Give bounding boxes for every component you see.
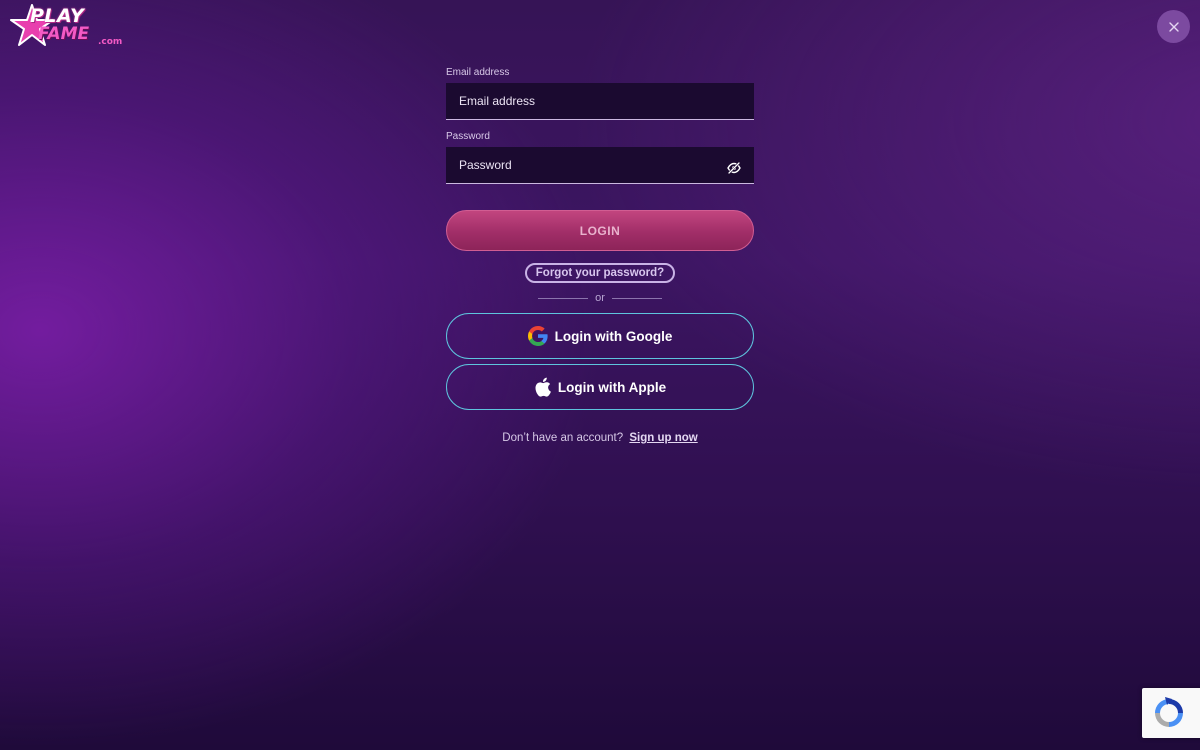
email-field[interactable] xyxy=(446,83,754,119)
apple-icon xyxy=(534,377,551,397)
recaptcha-icon xyxy=(1155,697,1183,727)
apple-label: Login with Apple xyxy=(557,379,667,395)
google-label: Login with Google xyxy=(554,328,673,344)
login-with-google-button[interactable]: Login with Google xyxy=(446,313,754,359)
divider-text: or xyxy=(595,292,605,304)
password-field-wrapper xyxy=(446,147,754,184)
forgot-password-button[interactable]: Forgot your password? xyxy=(525,263,675,283)
signup-prompt: Don’t have an account? xyxy=(502,432,624,444)
divider-line-left xyxy=(538,297,588,299)
email-label: Email address xyxy=(446,67,510,78)
login-with-apple-button[interactable]: Login with Apple xyxy=(446,364,754,410)
eye-off-icon[interactable] xyxy=(727,162,741,174)
password-label: Password xyxy=(446,131,490,142)
close-button[interactable] xyxy=(1157,10,1190,43)
signup-row: Don’t have an account? Sign up now xyxy=(446,431,754,445)
google-icon xyxy=(527,326,548,346)
email-field-wrapper xyxy=(446,83,754,120)
password-field[interactable] xyxy=(446,147,754,183)
recaptcha-badge[interactable] xyxy=(1142,688,1200,738)
playfame-logo[interactable]: PLAY FAME .com xyxy=(10,4,123,50)
close-icon xyxy=(1168,21,1179,32)
or-divider: or xyxy=(538,291,662,305)
logo-text-fame: FAME xyxy=(38,24,90,44)
logo-text-suffix: .com xyxy=(98,37,123,47)
login-button[interactable]: LOGIN xyxy=(446,210,754,251)
signup-link[interactable]: Sign up now xyxy=(629,432,697,444)
divider-line-right xyxy=(612,297,662,299)
